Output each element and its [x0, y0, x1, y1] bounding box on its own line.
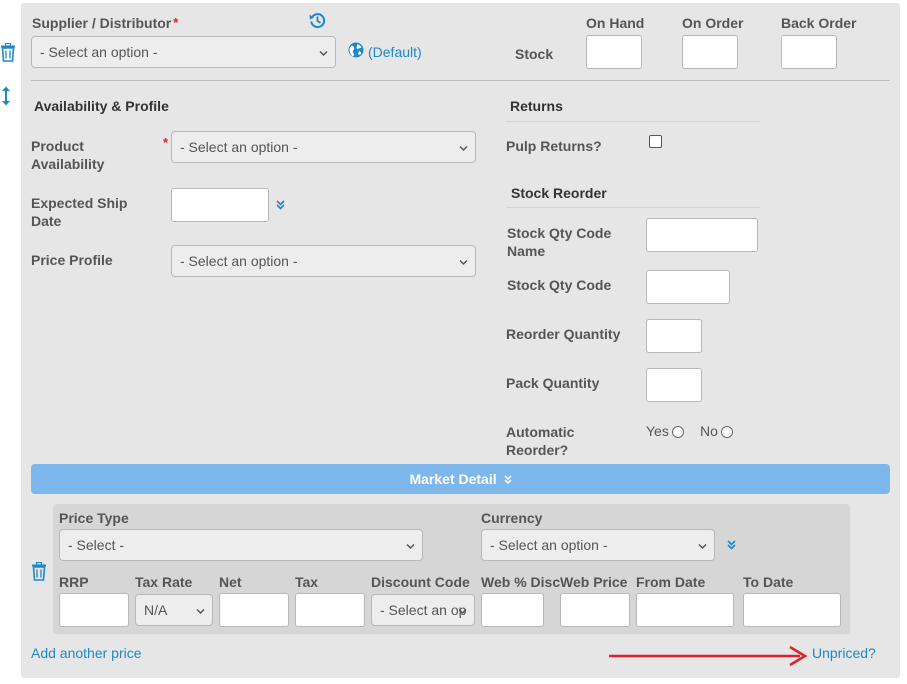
chevron-down-icon [698, 543, 707, 550]
tax-label: Tax [295, 574, 319, 590]
expected-ship-date-label: Expected Ship Date [31, 195, 128, 229]
stock-reorder-heading: Stock Reorder [511, 185, 607, 201]
from-date-label: From Date [636, 574, 706, 590]
net-label: Net [219, 574, 242, 590]
pack-quantity-label: Pack Quantity [506, 375, 600, 391]
product-availability-label: Product Availability [31, 138, 105, 172]
on-hand-input[interactable] [586, 35, 642, 69]
trash-icon[interactable] [31, 562, 47, 581]
stock-reorder-underline [506, 207, 760, 208]
market-detail-bar[interactable]: Market Detail [31, 464, 890, 494]
price-profile-label: Price Profile [31, 252, 113, 268]
red-arrow-annotation [609, 645, 808, 667]
reorder-quantity-input[interactable] [646, 319, 702, 353]
web-price-input[interactable] [560, 593, 630, 627]
to-date-label: To Date [743, 574, 794, 590]
chevron-down-icon [459, 145, 468, 152]
chevron-down-icon [319, 50, 328, 57]
stock-qty-code-label: Stock Qty Code [507, 277, 612, 293]
trash-icon[interactable] [0, 43, 16, 62]
chevron-down-icon [406, 543, 415, 550]
rrp-input[interactable] [59, 593, 129, 627]
chevron-down-icon [459, 259, 468, 266]
expected-ship-date-input[interactable] [171, 188, 269, 222]
reorder-quantity-label: Reorder Quantity [506, 326, 621, 342]
returns-heading: Returns [510, 98, 563, 114]
rrp-label: RRP [59, 574, 89, 590]
stock-qty-code-name-label: Stock Qty Code Name [507, 225, 612, 259]
history-icon[interactable] [309, 12, 326, 29]
chevron-down-icon [458, 608, 467, 615]
add-another-price-link[interactable]: Add another price [31, 644, 142, 662]
double-chevron-down-icon[interactable] [276, 200, 285, 210]
tax-input[interactable] [295, 593, 365, 627]
section-divider [31, 80, 890, 81]
currency-label: Currency [481, 510, 543, 526]
stock-qty-code-name-input[interactable] [646, 218, 758, 252]
on-hand-label: On Hand [586, 15, 645, 31]
on-order-input[interactable] [682, 35, 738, 69]
web-price-label: Web Price [560, 574, 628, 590]
required-mark: * [173, 15, 179, 30]
price-profile-select[interactable]: - Select an option - [171, 245, 476, 277]
tax-rate-select[interactable]: N/A [135, 594, 213, 626]
chevron-down-icon [196, 608, 205, 615]
web-disc-label: Web % Disc [481, 574, 561, 590]
from-date-input[interactable] [636, 593, 734, 627]
price-type-select[interactable]: - Select - [59, 529, 423, 561]
radio-circle[interactable] [720, 426, 733, 438]
globe-icon [348, 42, 364, 58]
availability-heading: Availability & Profile [34, 98, 169, 114]
auto-reorder-no-radio[interactable]: No [700, 422, 733, 440]
currency-select[interactable]: - Select an option - [481, 529, 715, 561]
auto-reorder-yes-radio[interactable]: Yes [646, 422, 684, 440]
stock-label: Stock [515, 46, 554, 62]
to-date-input[interactable] [743, 593, 841, 627]
discount-code-label: Discount Code [371, 574, 470, 590]
default-supplier-link[interactable]: (Default) [368, 43, 422, 61]
net-input[interactable] [219, 593, 289, 627]
pulp-returns-label: Pulp Returns? [506, 138, 602, 154]
back-order-input[interactable] [781, 35, 837, 69]
supplier-label: Supplier / Distributor * [32, 15, 179, 31]
returns-underline [506, 121, 760, 122]
product-availability-select[interactable]: - Select an option - [171, 131, 476, 163]
radio-circle[interactable] [671, 426, 684, 438]
supplier-select[interactable]: - Select an option - [31, 36, 336, 68]
pack-quantity-input[interactable] [646, 368, 702, 402]
pulp-returns-checkbox[interactable] [649, 135, 662, 148]
automatic-reorder-label: Automatic Reorder? [506, 424, 575, 458]
web-disc-input[interactable] [481, 593, 544, 627]
double-chevron-down-icon[interactable] [727, 540, 736, 550]
back-order-label: Back Order [781, 15, 857, 31]
unpriced-link[interactable]: Unpriced? [812, 644, 876, 662]
tax-rate-label: Tax Rate [135, 574, 193, 590]
resize-vertical-icon[interactable] [1, 86, 11, 106]
double-chevron-down-icon [503, 475, 512, 485]
stock-qty-code-input[interactable] [646, 270, 730, 304]
on-order-label: On Order [682, 15, 744, 31]
required-mark: * [163, 135, 169, 150]
discount-code-select[interactable]: - Select an op [371, 594, 475, 626]
price-type-label: Price Type [59, 510, 129, 526]
